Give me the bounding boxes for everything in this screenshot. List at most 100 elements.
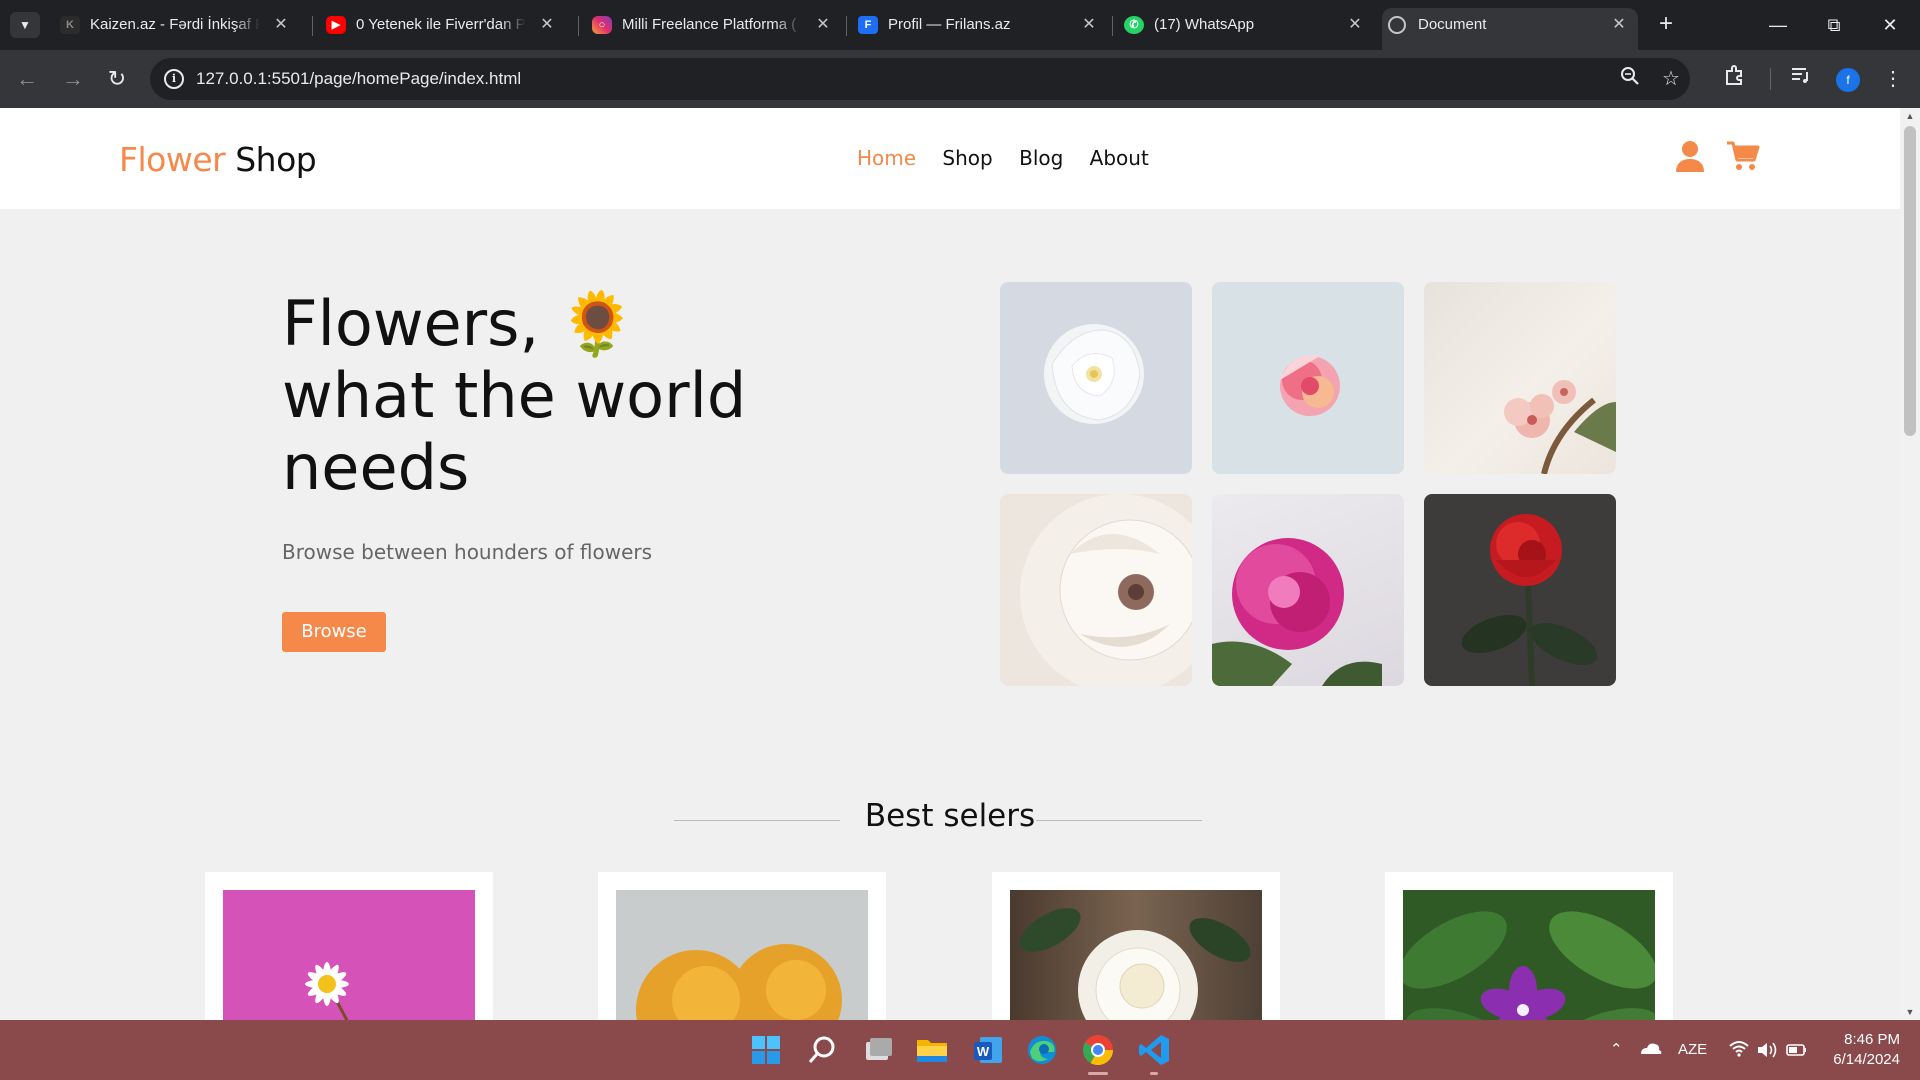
tab-title: Kaizen.az - Fərdi İnkişaf Pla [90, 16, 260, 33]
site-logo[interactable]: Flower Shop [119, 140, 317, 179]
user-icon[interactable] [1676, 140, 1704, 177]
nav-blog[interactable]: Blog [1019, 146, 1063, 170]
section-divider-right [1036, 820, 1202, 821]
product-card[interactable] [598, 872, 886, 1020]
whatsapp-icon: ✆ [1124, 16, 1144, 34]
tab-document[interactable]: Document ✕ [1382, 8, 1638, 50]
daisy-photo [223, 890, 475, 1020]
youtube-icon: ▶ [326, 16, 346, 34]
windows-start-icon[interactable] [748, 1032, 784, 1068]
volume-icon[interactable] [1756, 1020, 1778, 1080]
onedrive-icon[interactable] [1638, 1020, 1662, 1080]
hero-title-line: needs [282, 431, 470, 504]
search-icon[interactable] [804, 1032, 840, 1068]
white-peony-photo [1000, 494, 1192, 686]
address-bar[interactable]: i 127.0.0.1:5501/page/homePage/index.htm… [150, 58, 1690, 100]
wifi-icon[interactable] [1728, 1020, 1750, 1080]
site-info-icon[interactable]: i [164, 69, 184, 89]
tab-search-button[interactable]: ▼ [10, 12, 40, 38]
language-indicator[interactable]: AZE [1678, 1020, 1707, 1080]
close-icon[interactable]: ✕ [814, 8, 832, 42]
running-app-indicator [1150, 1072, 1158, 1075]
edge-icon[interactable] [1024, 1032, 1060, 1068]
browser-tab-strip: ▼ K Kaizen.az - Fərdi İnkişaf Pla ✕ ▶ 0 … [0, 0, 1920, 50]
browse-button[interactable]: Browse [282, 612, 386, 652]
product-card[interactable] [992, 872, 1280, 1020]
media-control-icon[interactable] [1786, 64, 1816, 94]
tab-instagram[interactable]: ○ Milli Freelance Platforma ( ✕ [586, 8, 842, 42]
task-view-icon[interactable] [860, 1032, 896, 1068]
nav-home[interactable]: Home [857, 146, 916, 170]
tray-chevron-icon[interactable]: ⌃ [1610, 1020, 1623, 1080]
sunflowers-photo [616, 890, 868, 1020]
restore-button[interactable]: ⧉ [1810, 10, 1858, 40]
main-nav: Home Shop Blog About [857, 146, 1169, 170]
toolbar-divider [1770, 68, 1771, 90]
white-rose-photo [1000, 282, 1192, 474]
close-icon[interactable]: ✕ [1610, 8, 1628, 42]
tab-separator [846, 16, 847, 36]
clock-time: 8:46 PM [1844, 1031, 1900, 1048]
active-app-indicator [1088, 1072, 1108, 1075]
tab-title: (17) WhatsApp [1154, 16, 1255, 33]
close-icon[interactable]: ✕ [538, 8, 556, 42]
close-icon[interactable]: ✕ [1346, 8, 1364, 42]
product-card[interactable] [1385, 872, 1673, 1020]
menu-kebab-icon[interactable]: ⋮ [1878, 64, 1908, 94]
word-icon[interactable]: W [970, 1032, 1006, 1068]
file-explorer-icon[interactable] [914, 1032, 950, 1068]
product-card[interactable] [205, 872, 493, 1020]
window-close-button[interactable]: ✕ [1866, 10, 1914, 40]
frilans-icon: F [858, 16, 878, 34]
minimize-button[interactable]: — [1754, 10, 1802, 40]
profile-avatar[interactable]: f [1836, 68, 1860, 92]
instagram-icon: ○ [592, 16, 612, 34]
bookmark-star-icon[interactable]: ☆ [1658, 66, 1684, 92]
svg-text:W: W [977, 1044, 990, 1059]
url-text[interactable]: 127.0.0.1:5501/page/homePage/index.html [196, 58, 521, 100]
nav-about[interactable]: About [1090, 146, 1149, 170]
hero-title: Flowers, 🌻 what the world needs [282, 288, 802, 504]
scroll-up-icon[interactable]: ▲ [1900, 108, 1920, 124]
battery-icon[interactable] [1786, 1020, 1808, 1080]
reload-button[interactable]: ↻ [102, 64, 132, 94]
tab-title: Document [1418, 16, 1487, 33]
pink-peony-photo [1212, 494, 1404, 686]
close-icon[interactable]: ✕ [1080, 8, 1098, 42]
forward-button[interactable]: → [58, 64, 88, 94]
tab-title: Profil — Frilans.az [888, 16, 1011, 33]
logo-shop-text: Shop [235, 140, 317, 179]
cart-icon[interactable] [1726, 140, 1760, 177]
clock-date: 6/14/2024 [1833, 1051, 1900, 1068]
new-tab-button[interactable]: + [1652, 12, 1680, 38]
scroll-down-icon[interactable]: ▼ [1900, 1004, 1920, 1020]
kaizen-icon: K [60, 16, 80, 34]
back-button[interactable]: ← [12, 64, 42, 94]
tab-youtube[interactable]: ▶ 0 Yetenek ile Fiverr'dan Par ✕ [320, 8, 566, 42]
chrome-icon[interactable] [1080, 1032, 1116, 1068]
cherry-blossom-photo [1424, 282, 1616, 474]
best-sellers-heading: Best selers [0, 798, 1900, 834]
system-clock[interactable]: 8:46 PM 6/14/2024 [1820, 1030, 1900, 1070]
windows-taskbar: W ⌃ AZE 8:46 PM 6/14/2024 [0, 1020, 1920, 1080]
tab-frilans[interactable]: F Profil — Frilans.az ✕ [852, 8, 1108, 42]
best-sellers-title: Best selers [864, 798, 1036, 834]
hero-subtitle: Browse between hounders of flowers [282, 540, 653, 564]
vscode-icon[interactable] [1136, 1032, 1172, 1068]
nav-shop[interactable]: Shop [942, 146, 992, 170]
page-scrollbar[interactable]: ▲ ▼ [1900, 108, 1920, 1020]
tab-kaizen[interactable]: K Kaizen.az - Fərdi İnkişaf Pla ✕ [54, 8, 300, 42]
extensions-icon[interactable] [1720, 64, 1750, 94]
logo-flower-text: Flower [119, 140, 226, 179]
white-rose-photo [1010, 890, 1262, 1020]
tab-separator [578, 16, 579, 36]
site-header: Flower Shop Home Shop Blog About [0, 108, 1900, 209]
purple-periwinkle-photo [1403, 890, 1655, 1020]
scroll-thumb[interactable] [1904, 126, 1916, 436]
tab-whatsapp[interactable]: ✆ (17) WhatsApp ✕ [1118, 8, 1374, 42]
red-rose-photo [1424, 494, 1616, 686]
zoom-icon[interactable] [1617, 66, 1643, 92]
close-icon[interactable]: ✕ [272, 8, 290, 42]
tab-separator [312, 16, 313, 36]
pink-rose-photo [1212, 282, 1404, 474]
